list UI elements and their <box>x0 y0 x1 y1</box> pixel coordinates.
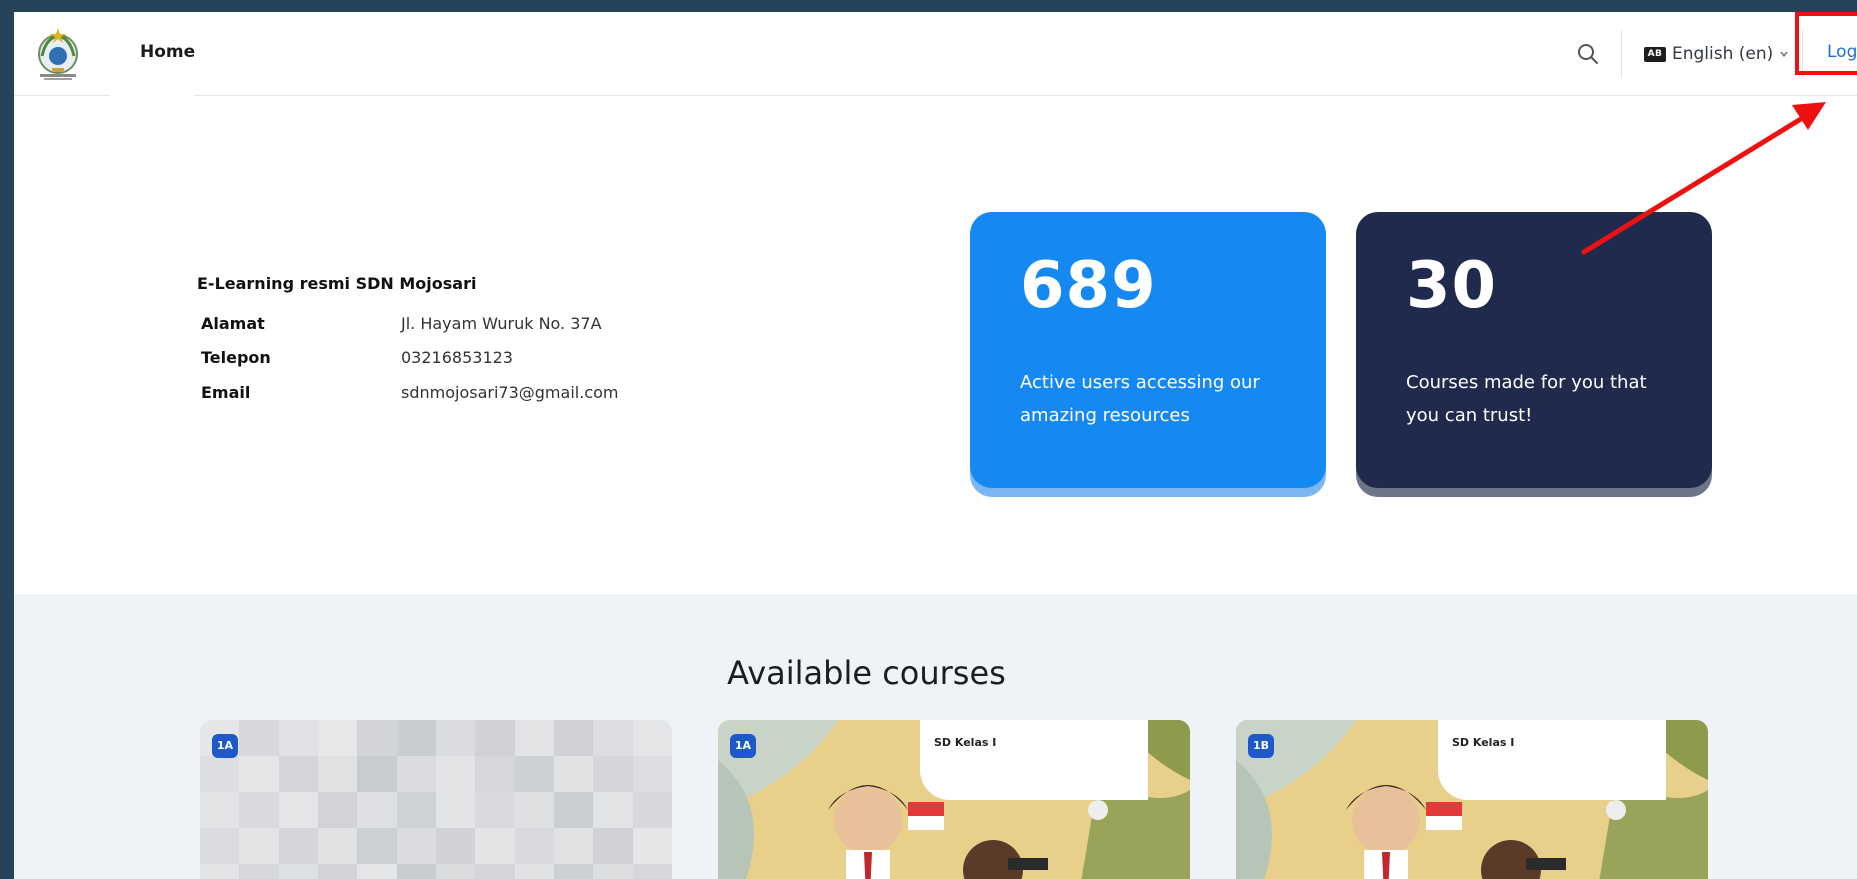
course-badge: 1A <box>730 734 756 758</box>
info-key: Email <box>201 383 251 402</box>
search-icon[interactable] <box>1574 40 1602 68</box>
course-card[interactable]: 1A <box>200 720 672 879</box>
language-icon: AB <box>1644 46 1666 62</box>
available-courses-section: Available courses 1A SD Kelas I 1A SD Ke… <box>14 594 1857 879</box>
chevron-down-icon <box>1780 51 1788 58</box>
course-badge: 1A <box>212 734 238 758</box>
course-card[interactable]: SD Kelas I 1B <box>1236 720 1708 879</box>
stat-card-courses: 30 Courses made for you that you can tru… <box>1356 212 1712 488</box>
stat-number: 689 <box>1020 249 1157 323</box>
stat-description: Courses made for you that you can trust! <box>1406 372 1647 426</box>
course-image-placeholder <box>200 720 672 879</box>
site-title: E-Learning resmi SDN Mojosari <box>197 274 477 293</box>
browser-viewport: Home AB English (en) Log E-Learning resm… <box>14 12 1857 879</box>
info-value: sdnmojosari73@gmail.com <box>401 383 619 402</box>
annotation-highlight-box <box>1795 12 1857 75</box>
top-navbar: Home AB English (en) Log <box>14 12 1857 97</box>
section-title: Available courses <box>727 654 1006 692</box>
course-title: SD Kelas I <box>920 720 1148 800</box>
course-card[interactable]: SD Kelas I 1A <box>718 720 1190 879</box>
course-badge: 1B <box>1248 734 1274 758</box>
language-menu[interactable]: AB English (en) <box>1644 40 1789 68</box>
info-key: Alamat <box>201 314 265 333</box>
course-title: SD Kelas I <box>1438 720 1666 800</box>
info-value: 03216853123 <box>401 348 513 367</box>
stat-number: 30 <box>1406 249 1498 323</box>
navbar-divider <box>1621 30 1622 78</box>
nav-active-indicator <box>110 94 194 97</box>
nav-home-link[interactable]: Home <box>140 42 195 62</box>
info-value: Jl. Hayam Wuruk No. 37A <box>401 314 602 333</box>
info-key: Telepon <box>201 348 271 367</box>
language-label: English (en) <box>1672 44 1774 64</box>
stat-card-active-users: 689 Active users accessing our amazing r… <box>970 212 1326 488</box>
stat-description: Active users accessing our amazing resou… <box>1020 372 1260 426</box>
school-logo[interactable] <box>32 26 84 82</box>
